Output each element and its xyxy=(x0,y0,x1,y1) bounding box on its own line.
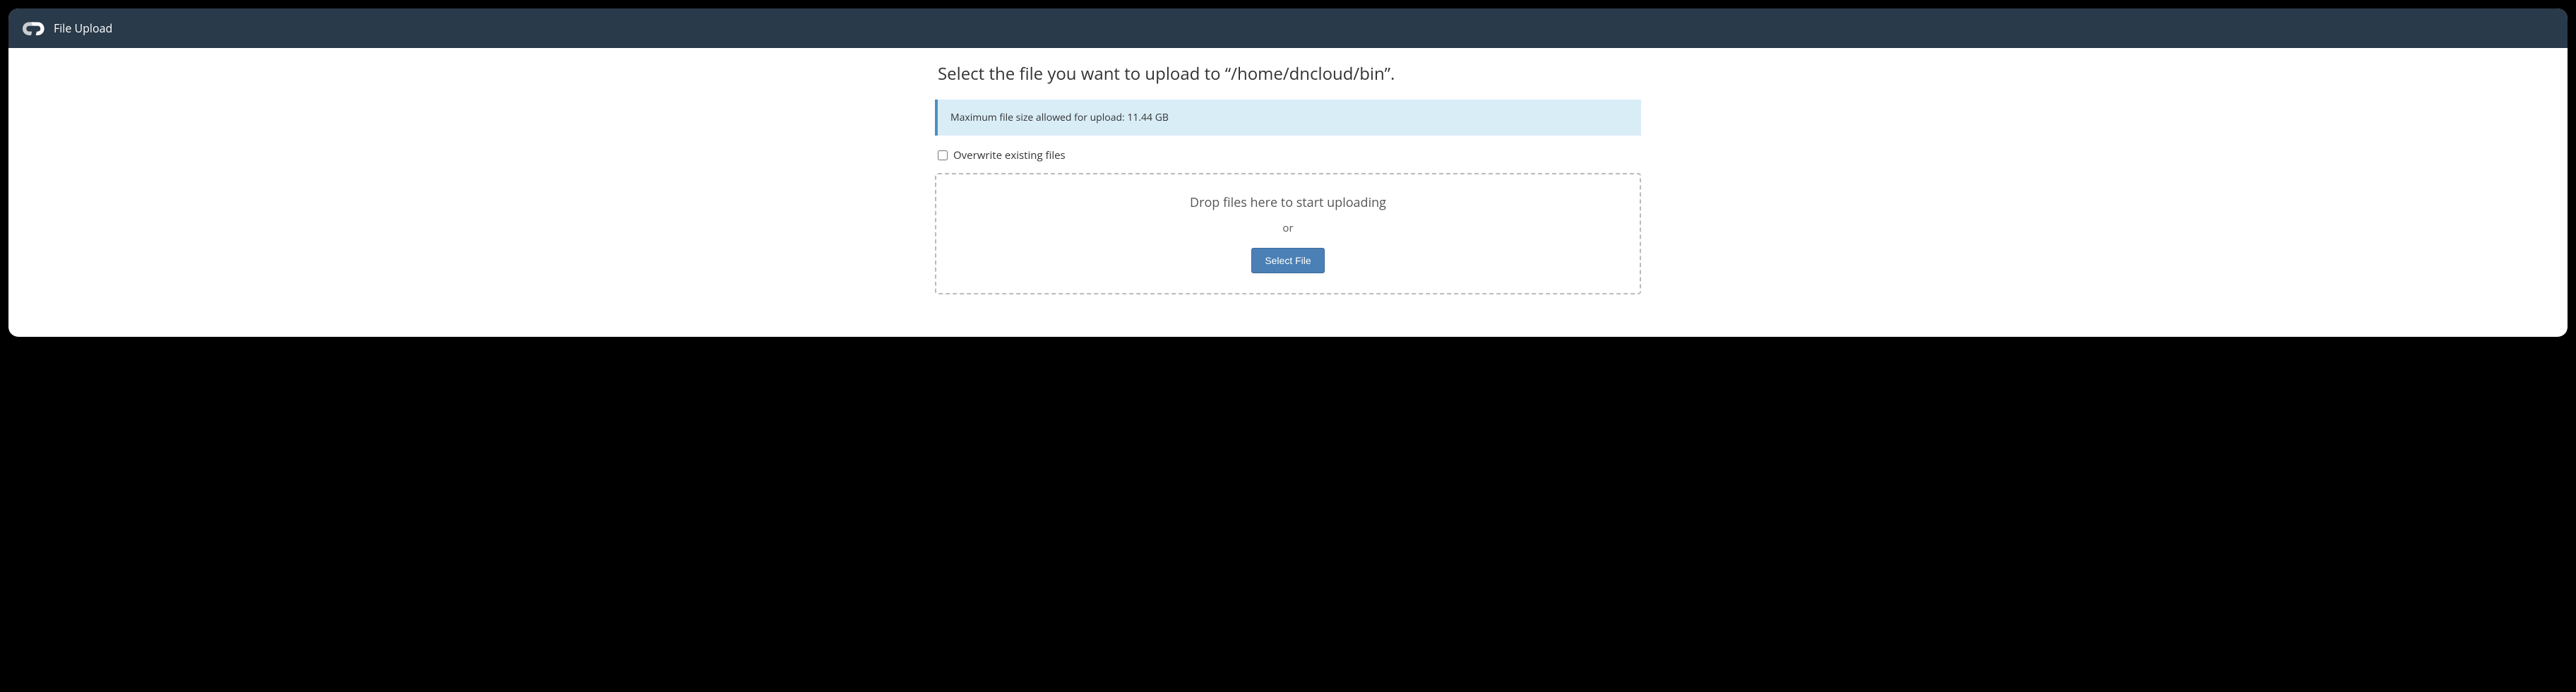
content-area: Select the file you want to upload to “/… xyxy=(935,48,1641,337)
info-message-box: Maximum file size allowed for upload: 11… xyxy=(935,100,1641,136)
dropzone-or-text: or xyxy=(950,221,1626,235)
header-bar: File Upload xyxy=(8,8,2568,48)
window-frame: File Upload Select the file you want to … xyxy=(8,8,2568,337)
cpanel-logo-icon xyxy=(23,17,45,40)
info-message-text: Maximum file size allowed for upload: 11… xyxy=(950,111,1169,124)
dropzone-drop-text: Drop files here to start uploading xyxy=(950,194,1626,211)
select-file-button[interactable]: Select File xyxy=(1251,248,1324,273)
file-dropzone[interactable]: Drop files here to start uploading or Se… xyxy=(935,173,1641,294)
page-title: File Upload xyxy=(54,20,112,36)
overwrite-label[interactable]: Overwrite existing files xyxy=(953,148,1066,162)
page-heading: Select the file you want to upload to “/… xyxy=(935,62,1641,85)
overwrite-checkbox[interactable] xyxy=(938,150,948,160)
overwrite-row: Overwrite existing files xyxy=(935,148,1641,162)
